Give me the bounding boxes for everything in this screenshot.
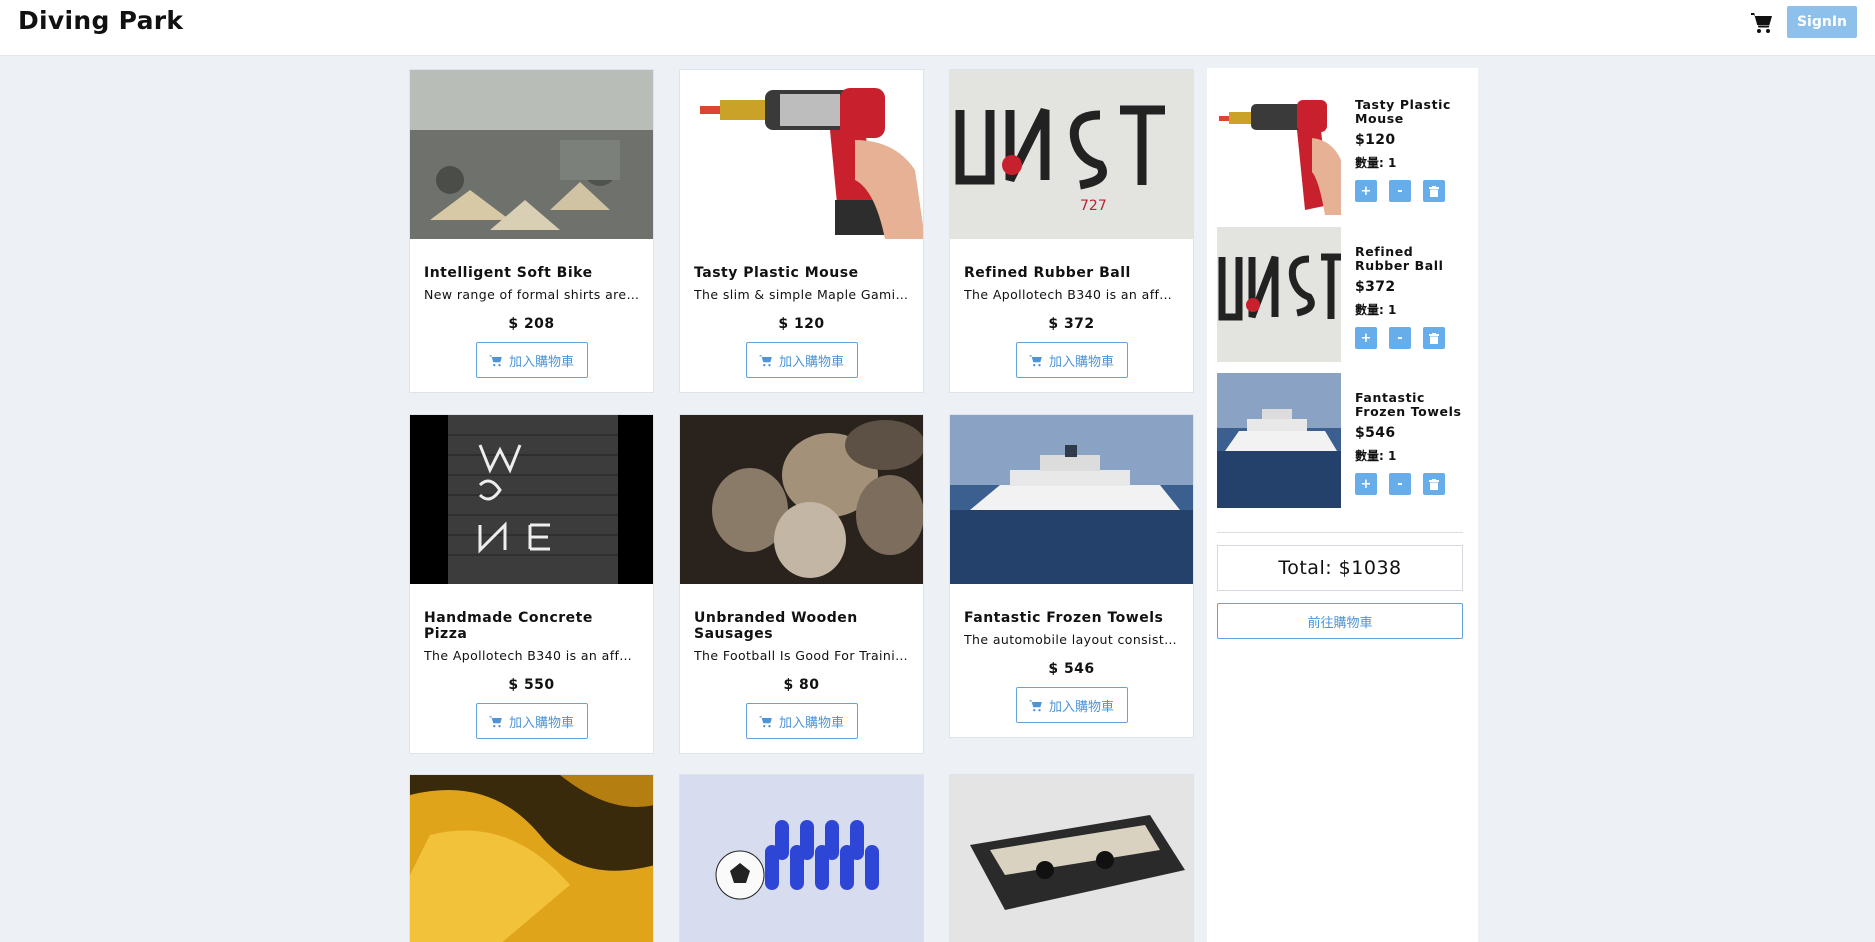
decrease-quantity-button[interactable]: - [1389, 180, 1411, 202]
remove-item-button[interactable] [1423, 180, 1445, 202]
cart-icon [489, 715, 502, 727]
product-image[interactable] [680, 415, 923, 584]
product-image[interactable]: 727 [950, 70, 1193, 239]
product-price: $ 372 [1048, 316, 1095, 332]
product-title: Handmade Concrete Pizza [424, 610, 593, 642]
decrease-quantity-button[interactable]: - [1389, 327, 1411, 349]
product-price: $ 550 [508, 677, 555, 693]
cart-item-price: $120 [1355, 132, 1396, 148]
product-title: Unbranded Wooden Sausages [694, 610, 858, 642]
product-image[interactable] [410, 775, 653, 942]
cart-item: Fantastic Frozen Towels $546 數量: 1 + - [1217, 373, 1472, 508]
product-description: New range of formal shirts are designed … [424, 287, 639, 302]
cart-item-image [1217, 227, 1341, 362]
cart-item-title: Fantastic Frozen Towels [1355, 390, 1462, 419]
cart-icon [759, 354, 772, 366]
product-card: Intelligent Soft Bike New range of forma… [409, 69, 654, 393]
cart-item-image [1217, 80, 1341, 215]
cart-icon [1029, 699, 1042, 711]
add-to-cart-label: 加入購物車 [1048, 699, 1114, 715]
add-to-cart-label: 加入購物車 [508, 715, 574, 731]
product-price: $ 120 [778, 316, 825, 332]
cart-icon [759, 715, 772, 727]
product-card: Tasty Plastic Mouse The slim & simple Ma… [679, 69, 924, 393]
cart-item-title: Tasty Plastic Mouse [1355, 97, 1452, 126]
product-card: 727 Refined Rubber Ball The Apollotech B… [949, 69, 1194, 393]
cart-icon [489, 354, 502, 366]
signin-button[interactable]: SignIn [1787, 6, 1857, 38]
brand-logo[interactable]: Diving Park [18, 6, 183, 35]
product-image[interactable] [950, 775, 1193, 942]
product-title: Intelligent Soft Bike [424, 265, 593, 281]
trash-icon [1429, 478, 1439, 490]
product-price: $ 80 [783, 677, 820, 693]
product-image[interactable] [410, 70, 653, 239]
trash-icon [1429, 332, 1439, 344]
cart-item-quantity: 數量: 1 [1355, 156, 1397, 170]
add-to-cart-button[interactable]: 加入購物車 [1015, 342, 1128, 378]
product-image[interactable] [680, 775, 923, 942]
product-description: The Apollotech B340 is an affordable wir… [964, 287, 1179, 302]
product-description: The Football Is Good For Training And Re… [694, 648, 909, 663]
product-description: The slim & simple Maple Gaming Keyboard … [694, 287, 909, 302]
product-card: Unbranded Wooden Sausages The Football I… [679, 414, 924, 754]
product-card: Handmade Concrete Pizza The Apollotech B… [409, 414, 654, 754]
product-title: Refined Rubber Ball [964, 265, 1131, 281]
add-to-cart-button[interactable]: 加入購物車 [745, 342, 858, 378]
cart-item-quantity: 數量: 1 [1355, 303, 1397, 317]
increase-quantity-button[interactable]: + [1355, 180, 1377, 202]
product-card [679, 774, 924, 942]
product-description: The Apollotech B340 is an affordable wir… [424, 648, 639, 663]
product-title: Fantastic Frozen Towels [964, 610, 1164, 626]
top-navbar: Diving Park SignIn [0, 0, 1875, 56]
cart-item: Tasty Plastic Mouse $120 數量: 1 + - [1217, 80, 1472, 215]
product-image[interactable] [410, 415, 653, 584]
cart-sidebar: Tasty Plastic Mouse $120 數量: 1 + - Refin… [1207, 68, 1478, 942]
cart-item-price: $372 [1355, 279, 1396, 295]
cart-item-image [1217, 373, 1341, 508]
product-card: Fantastic Frozen Towels The automobile l… [949, 414, 1194, 738]
decrease-quantity-button[interactable]: - [1389, 473, 1411, 495]
add-to-cart-button[interactable]: 加入購物車 [475, 342, 588, 378]
add-to-cart-button[interactable]: 加入購物車 [745, 703, 858, 739]
product-price: $ 546 [1048, 661, 1095, 677]
cart-total: Total: $1038 [1217, 545, 1463, 591]
cart-icon [1029, 354, 1042, 366]
product-description: The automobile layout consists of a fron… [964, 632, 1179, 647]
add-to-cart-label: 加入購物車 [1048, 354, 1114, 370]
cart-item: Refined Rubber Ball $372 數量: 1 + - [1217, 227, 1472, 362]
product-image[interactable] [950, 415, 1193, 584]
cart-divider [1217, 532, 1463, 533]
add-to-cart-button[interactable]: 加入購物車 [475, 703, 588, 739]
product-card [409, 774, 654, 942]
product-title: Tasty Plastic Mouse [694, 265, 859, 281]
cart-item-quantity: 數量: 1 [1355, 449, 1397, 463]
add-to-cart-button[interactable]: 加入購物車 [1015, 687, 1128, 723]
product-image[interactable] [680, 70, 923, 239]
remove-item-button[interactable] [1423, 327, 1445, 349]
go-to-cart-button[interactable]: 前往購物車 [1217, 603, 1463, 639]
trash-icon [1429, 185, 1439, 197]
add-to-cart-label: 加入購物車 [778, 354, 844, 370]
product-price: $ 208 [508, 316, 555, 332]
increase-quantity-button[interactable]: + [1355, 327, 1377, 349]
product-card [949, 774, 1194, 942]
svg-text:727: 727 [1080, 198, 1107, 214]
add-to-cart-label: 加入購物車 [508, 354, 574, 370]
shopping-cart-icon[interactable] [1750, 11, 1774, 35]
cart-item-price: $546 [1355, 425, 1396, 441]
increase-quantity-button[interactable]: + [1355, 473, 1377, 495]
cart-item-title: Refined Rubber Ball [1355, 244, 1444, 273]
remove-item-button[interactable] [1423, 473, 1445, 495]
add-to-cart-label: 加入購物車 [778, 715, 844, 731]
